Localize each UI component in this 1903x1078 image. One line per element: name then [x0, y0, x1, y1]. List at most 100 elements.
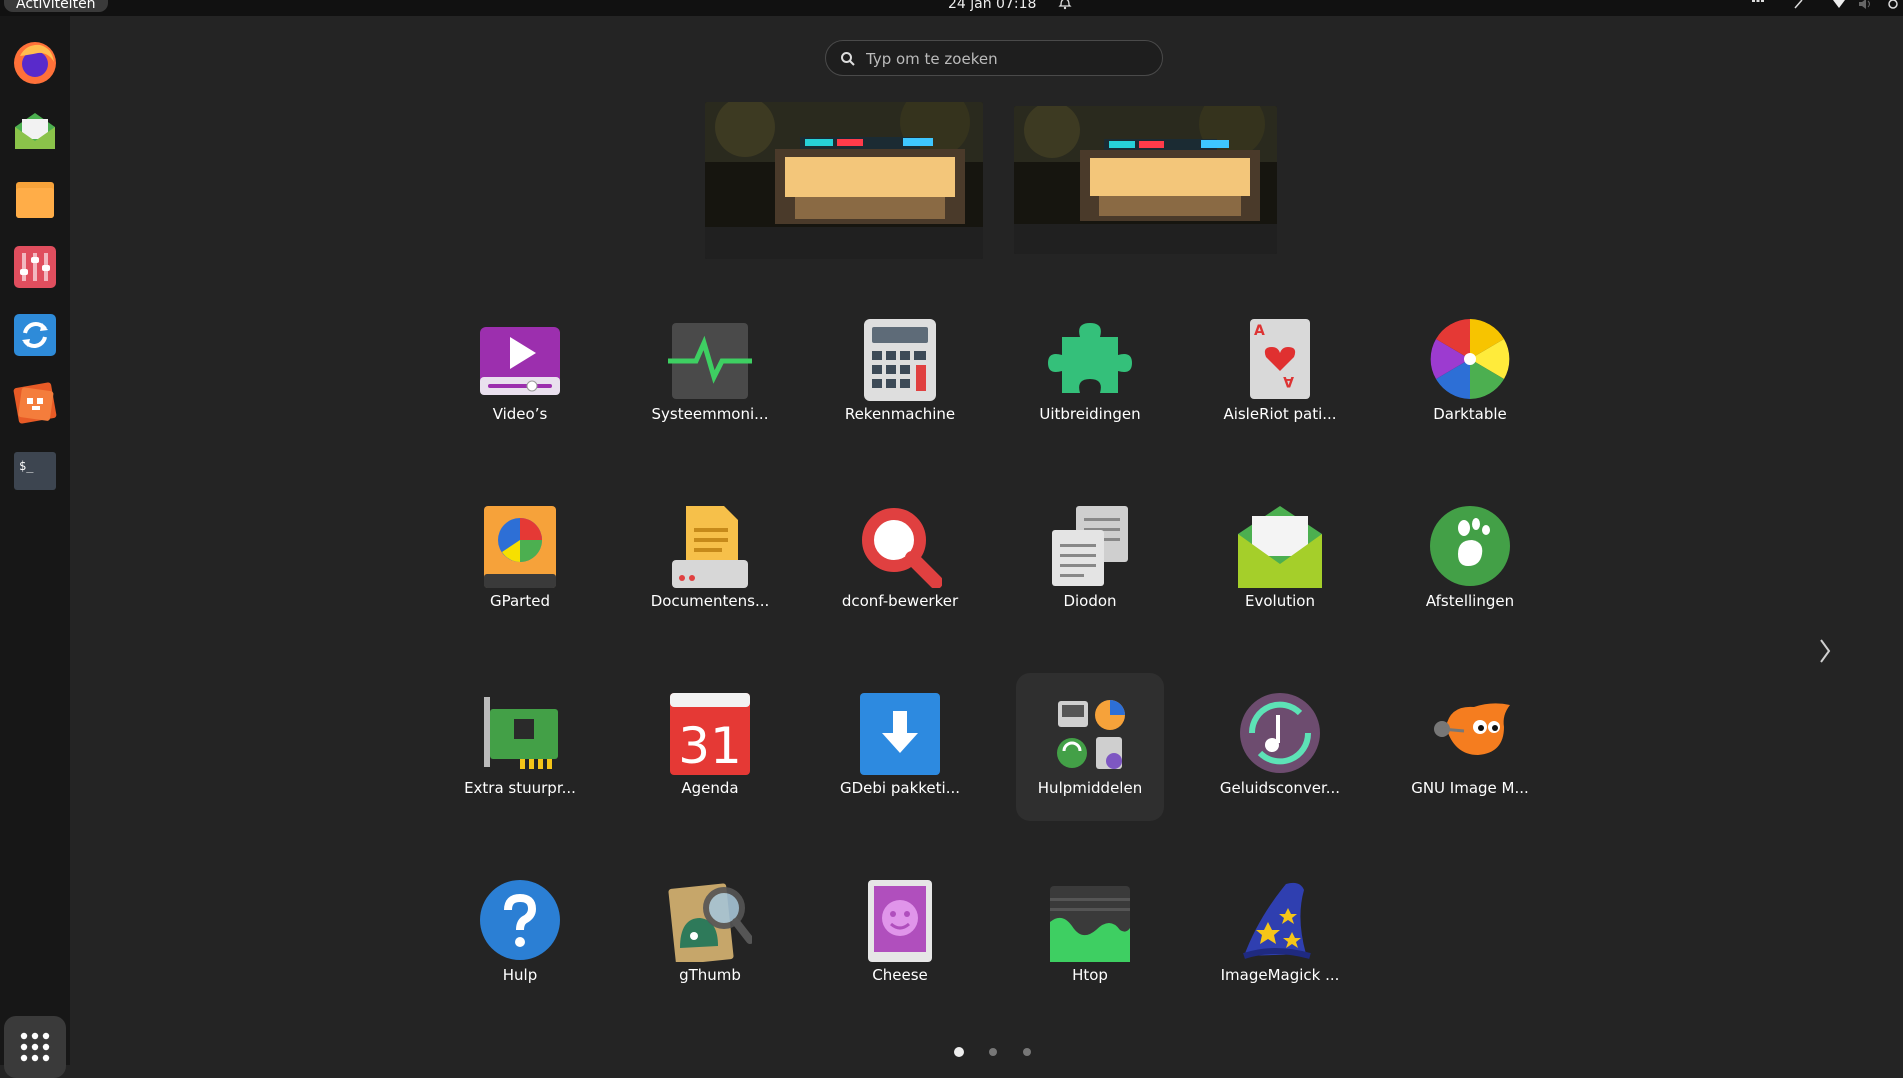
pen-tray-icon[interactable] [1792, 0, 1806, 10]
page-indicator-3[interactable] [1023, 1048, 1031, 1056]
app-label: GParted [490, 592, 550, 610]
app-label: Diodon [1063, 592, 1117, 610]
search-icon [841, 52, 855, 66]
app-imagemagick[interactable]: ImageMagick ... [1206, 860, 1354, 1008]
app-label: Hulpmiddelen [1037, 779, 1143, 797]
dock-item-sync[interactable] [8, 308, 62, 362]
app-gparted[interactable]: GParted [446, 486, 594, 634]
app-label: Documentens... [650, 592, 770, 610]
app-label: Evolution [1245, 592, 1315, 610]
dock-item-software[interactable] [8, 376, 62, 430]
app-darktable[interactable]: Darktable [1396, 299, 1544, 447]
app-label: ImageMagick ... [1220, 966, 1340, 984]
app-gthumb[interactable]: gThumb [636, 860, 784, 1008]
workspace-thumbnail-1[interactable] [705, 102, 983, 259]
network-icon[interactable] [1832, 0, 1846, 10]
workspace-thumbnail-2[interactable] [1014, 106, 1277, 254]
app-cheese[interactable]: Cheese [826, 860, 974, 1008]
puzzle-icon [1048, 323, 1132, 393]
volume-icon[interactable] [1858, 0, 1872, 10]
app-label: dconf-bewerker [841, 592, 959, 610]
playing-card-icon: A A [1250, 319, 1310, 399]
svg-text:A: A [1283, 373, 1294, 389]
app-label: GNU Image M... [1411, 779, 1529, 797]
wallpaper-kiosk-image [705, 102, 983, 259]
app-label: AisleRiot pati... [1223, 405, 1337, 423]
app-label: Darktable [1433, 405, 1507, 423]
dock-item-mail[interactable] [8, 104, 62, 158]
utilities-folder-icon [1057, 700, 1125, 769]
show-applications-button[interactable] [4, 1016, 66, 1078]
firefox-icon [14, 42, 56, 84]
app-label: Htop [1072, 966, 1108, 984]
app-evolution[interactable]: Evolution [1206, 486, 1354, 634]
download-package-icon [860, 693, 940, 775]
page-indicator-2[interactable] [989, 1048, 997, 1056]
app-gimp[interactable]: GNU Image M... [1396, 673, 1544, 821]
app-aisleriot[interactable]: A A AisleRiot pati... [1206, 299, 1354, 447]
wizard-hat-icon [1243, 882, 1311, 959]
dock-item-files[interactable] [8, 172, 62, 226]
app-label: Extra stuurpr... [464, 779, 576, 797]
app-dconf-editor[interactable]: dconf-bewerker [826, 486, 974, 634]
app-calculator[interactable]: Rekenmachine [826, 299, 974, 447]
app-videos[interactable]: Video’s [446, 299, 594, 447]
gthumb-icon [668, 883, 752, 962]
mail-envelope-icon [1238, 506, 1322, 588]
document-scanner-icon [672, 506, 748, 588]
magnifier-icon [862, 508, 942, 588]
app-sound-converter[interactable]: Geluidsconver... [1206, 673, 1354, 821]
search-box[interactable] [825, 40, 1163, 76]
calendar-icon: 31 [670, 693, 750, 775]
sync-icon [14, 314, 56, 356]
app-label: Cheese [872, 966, 928, 984]
app-label: Hulp [502, 966, 538, 984]
htop-icon [1050, 886, 1130, 962]
sound-converter-icon [1240, 693, 1320, 773]
gnome-foot-icon [1430, 506, 1510, 586]
app-system-monitor[interactable]: Systeemmoni... [636, 299, 784, 447]
app-label: Systeemmoni... [651, 405, 769, 423]
folder-icon [16, 182, 54, 218]
notification-bell-icon [1058, 0, 1072, 10]
app-label: GDebi pakketi... [840, 779, 960, 797]
app-label: Uitbreidingen [1039, 405, 1141, 423]
gimp-icon [1434, 703, 1510, 755]
app-htop[interactable]: Htop [1016, 860, 1164, 1008]
chevron-right-icon[interactable] [1815, 636, 1835, 666]
dock-item-mixer[interactable] [8, 240, 62, 294]
app-label: Afstellingen [1425, 592, 1515, 610]
gparted-icon [484, 506, 556, 588]
app-document-scanner[interactable]: Documentens... [636, 486, 784, 634]
activities-button[interactable]: Activiteiten [4, 0, 108, 12]
app-label: Video’s [492, 405, 548, 423]
dock-item-terminal[interactable]: $_ [8, 444, 62, 498]
help-icon [480, 880, 560, 960]
circuit-board-icon [484, 697, 558, 769]
search-input[interactable] [866, 49, 1146, 69]
app-diodon[interactable]: Diodon [1016, 486, 1164, 634]
terminal-icon: $_ [14, 452, 56, 490]
app-gdebi[interactable]: GDebi pakketi... [826, 673, 974, 821]
svg-text:$_: $_ [19, 459, 34, 473]
app-label: Agenda [681, 779, 739, 797]
dock: $_ [0, 16, 70, 1078]
app-tweaks[interactable]: Afstellingen [1396, 486, 1544, 634]
top-bar: Activiteiten 24 jan 07:18 [0, 0, 1903, 16]
app-label: Geluidsconver... [1219, 779, 1341, 797]
apps-grid-tray-icon[interactable] [1751, 0, 1765, 10]
aperture-icon [1430, 319, 1510, 399]
app-extensions[interactable]: Uitbreidingen [1016, 299, 1164, 447]
app-folder-utilities[interactable]: Hulpmiddelen [1016, 673, 1164, 821]
dock-item-firefox[interactable] [8, 36, 62, 90]
svg-text:A: A [1254, 323, 1265, 339]
system-monitor-icon [668, 323, 752, 399]
mail-icon [15, 113, 55, 149]
app-help[interactable]: Hulp [446, 860, 594, 1008]
clock[interactable]: 24 jan 07:18 [948, 0, 1036, 13]
app-calendar[interactable]: 31 Agenda [636, 673, 784, 821]
mixer-icon [14, 246, 56, 288]
page-indicator-1[interactable] [954, 1047, 964, 1057]
app-additional-drivers[interactable]: Extra stuurpr... [446, 673, 594, 821]
power-icon[interactable] [1886, 0, 1900, 10]
